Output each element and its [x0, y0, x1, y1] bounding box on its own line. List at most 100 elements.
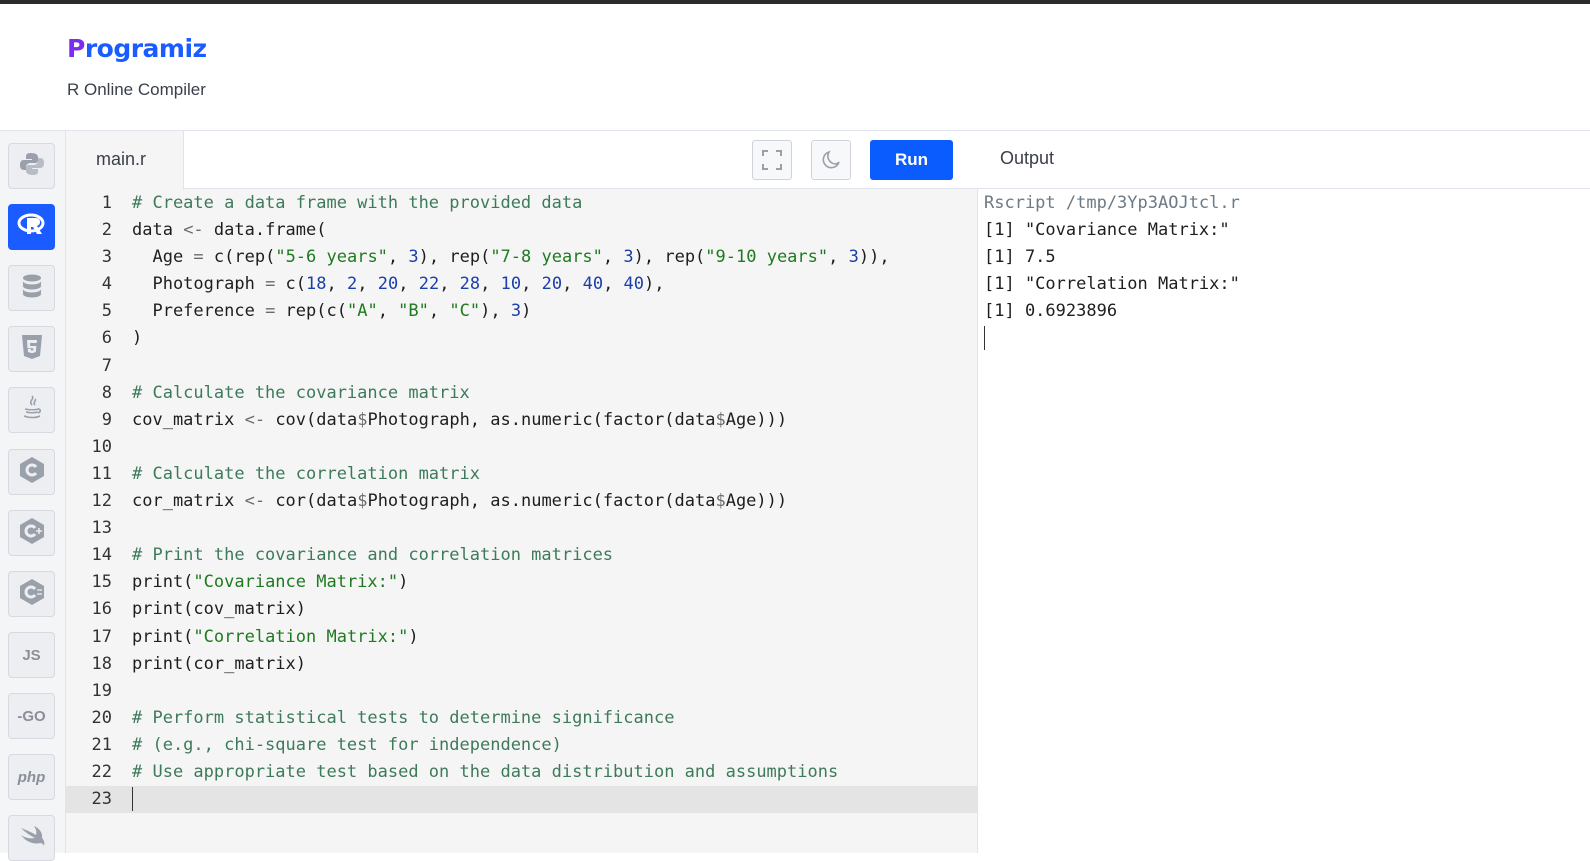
java-icon — [20, 394, 44, 426]
r-icon — [17, 212, 47, 242]
line-number: 3 — [101, 247, 112, 268]
code-line[interactable]: 3 Age = c(rep("5-6 years", 3), rep("7-8 … — [66, 244, 977, 271]
line-source: print("Correlation Matrix:") — [132, 626, 419, 647]
file-tab-main-r[interactable]: main.r — [66, 131, 184, 190]
run-button[interactable]: Run — [870, 140, 953, 180]
code-line[interactable]: 17 print("Correlation Matrix:") — [66, 624, 977, 651]
line-source: # Use appropriate test based on the data… — [132, 761, 839, 782]
code-line[interactable]: 7 — [66, 353, 977, 380]
language-button-java[interactable] — [8, 387, 55, 433]
line-source: data <- data.frame( — [132, 220, 327, 241]
text-cursor — [984, 326, 985, 351]
output-line: [1] "Covariance Matrix:" — [984, 220, 1230, 241]
code-line[interactable]: 13 — [66, 515, 977, 542]
line-source — [112, 786, 133, 813]
language-button-python[interactable] — [8, 143, 55, 189]
language-button-r[interactable] — [8, 204, 55, 250]
line-source — [112, 678, 132, 705]
csharp-icon — [18, 578, 46, 610]
line-number: 5 — [101, 301, 112, 322]
line-number: 12 — [91, 491, 112, 512]
logo-initial: P — [67, 34, 85, 63]
code-line[interactable]: 16 print(cov_matrix) — [66, 596, 977, 623]
language-button-html5[interactable] — [8, 326, 55, 372]
line-source: cor_matrix <- cor(data$Photograph, as.nu… — [132, 491, 788, 512]
code-line[interactable]: 15 print("Covariance Matrix:") — [66, 569, 977, 596]
code-line[interactable]: 1 # Create a data frame with the provided… — [66, 190, 977, 217]
php-icon: php — [17, 768, 46, 786]
fullscreen-button[interactable] — [752, 140, 792, 180]
line-number: 8 — [101, 382, 112, 403]
code-line[interactable]: 10 — [66, 434, 977, 461]
output-console[interactable]: Rscript /tmp/3Yp3AOJtcl.r [1] "Covarianc… — [984, 190, 1240, 353]
line-number: 18 — [91, 653, 112, 674]
go-icon: -GO — [17, 707, 46, 725]
code-line[interactable]: 12 cor_matrix <- cor(data$Photograph, as.… — [66, 488, 977, 515]
line-number: 9 — [101, 409, 112, 430]
language-sidebar: JS -GO php — [0, 131, 66, 861]
code-editor[interactable]: 1 # Create a data frame with the provided… — [66, 190, 977, 814]
code-line[interactable]: 8 # Calculate the covariance matrix — [66, 380, 977, 407]
editor-cursor — [132, 787, 133, 812]
line-source: # Create a data frame with the provided … — [132, 193, 583, 213]
line-number: 22 — [91, 761, 112, 782]
line-source: # Print the covariance and correlation m… — [132, 545, 614, 566]
html5-icon — [20, 334, 44, 364]
code-line[interactable]: 5 Preference = rep(c("A", "B", "C"), 3) — [66, 298, 977, 325]
language-button-php[interactable]: php — [8, 754, 55, 800]
dark-mode-button[interactable] — [811, 140, 851, 180]
line-source: # Calculate the covariance matrix — [132, 382, 470, 403]
page-subtitle: R Online Compiler — [67, 80, 206, 99]
language-button-csharp[interactable] — [8, 571, 55, 617]
fullscreen-icon — [762, 150, 782, 170]
language-button-c[interactable] — [8, 449, 55, 495]
code-line[interactable]: 19 — [66, 678, 977, 705]
language-button-go[interactable]: -GO — [8, 693, 55, 739]
code-line[interactable]: 2 data <- data.frame( — [66, 217, 977, 244]
line-number: 10 — [91, 436, 112, 457]
editor-pane: main.r Run 1 # Create a data frame with t… — [66, 131, 978, 853]
line-number: 15 — [91, 572, 112, 593]
language-button-swift[interactable] — [8, 815, 55, 861]
line-number: 7 — [101, 355, 112, 376]
code-line[interactable]: 22 # Use appropriate test based on the da… — [66, 759, 977, 786]
line-number: 6 — [101, 328, 112, 349]
moon-icon — [822, 150, 840, 169]
line-source: # (e.g., chi-square test for independenc… — [132, 734, 562, 755]
line-number: 17 — [91, 626, 112, 647]
output-line: [1] 7.5 — [984, 247, 1056, 268]
language-button-database[interactable] — [8, 265, 55, 311]
code-line[interactable]: 11 # Calculate the correlation matrix — [66, 461, 977, 488]
output-cursor-line — [984, 325, 1240, 352]
code-line[interactable]: 14 # Print the covariance and correlation… — [66, 542, 977, 569]
line-number: 16 — [91, 599, 112, 620]
line-source: # Calculate the correlation matrix — [132, 463, 480, 484]
code-line[interactable]: 18 print(cor_matrix) — [66, 651, 977, 678]
line-number: 23 — [91, 789, 112, 810]
line-source: cov_matrix <- cov(data$Photograph, as.nu… — [132, 409, 788, 430]
editor-toolbar: main.r Run — [66, 131, 978, 190]
line-number: 20 — [91, 707, 112, 728]
output-pane: Output Rscript /tmp/3Yp3AOJtcl.r [1] "Co… — [978, 131, 1590, 853]
line-number: 1 — [101, 193, 112, 213]
code-line[interactable]: 9 cov_matrix <- cov(data$Photograph, as.n… — [66, 407, 977, 434]
line-source: Preference = rep(c("A", "B", "C"), 3) — [132, 301, 532, 322]
code-line[interactable]: 4 Photograph = c(18, 2, 20, 22, 28, 10, … — [66, 271, 977, 298]
language-button-cpp[interactable] — [8, 510, 55, 556]
code-line[interactable]: 20 # Perform statistical tests to determi… — [66, 705, 977, 732]
line-source: ) — [132, 328, 143, 349]
python-icon — [19, 151, 45, 181]
cpp-icon — [18, 517, 46, 549]
logo-text: rogramiz — [84, 34, 207, 63]
line-number: 13 — [91, 518, 112, 539]
code-line[interactable]: 23 — [66, 786, 977, 814]
line-source — [112, 353, 132, 380]
programiz-logo[interactable]: Programiz — [67, 34, 207, 63]
code-line[interactable]: 6) — [66, 325, 977, 352]
swift-icon — [18, 824, 46, 852]
line-source: print(cor_matrix) — [132, 653, 306, 674]
line-source: print("Covariance Matrix:") — [132, 572, 409, 593]
database-icon — [21, 273, 43, 303]
code-line[interactable]: 21 # (e.g., chi-square test for independe… — [66, 732, 977, 759]
language-button-js[interactable]: JS — [8, 632, 55, 678]
